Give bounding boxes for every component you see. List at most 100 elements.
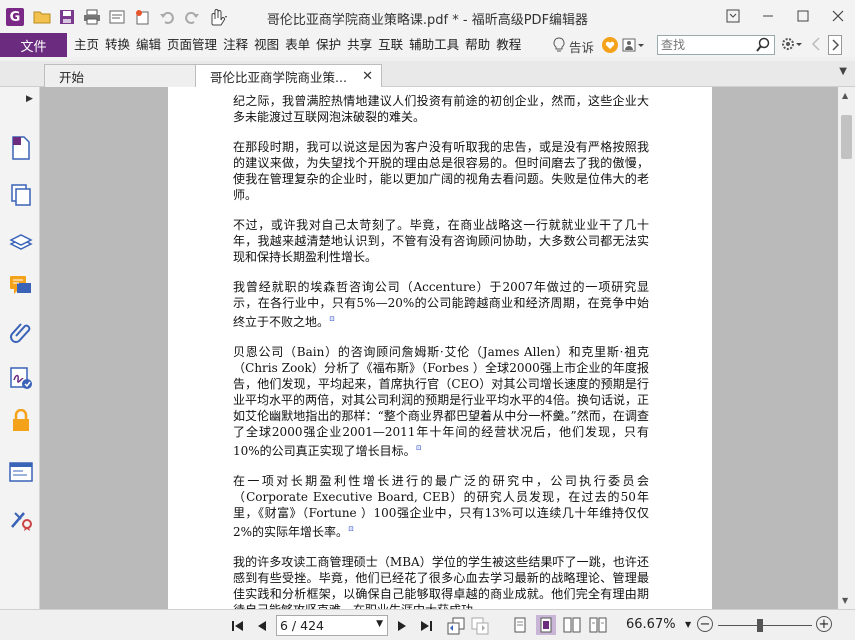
tell-me-label: 告诉	[569, 40, 595, 55]
menu-edit[interactable]: 编辑	[133, 33, 164, 57]
save-icon[interactable]	[57, 7, 77, 27]
paragraph-4-text: 我曾经就职的埃森哲咨询公司（Accenture）于2007年做过的一项研究显示，…	[233, 280, 649, 329]
pages-icon[interactable]	[8, 135, 34, 161]
certificate-icon[interactable]	[8, 506, 34, 532]
comments-icon[interactable]	[8, 274, 34, 300]
redo-icon[interactable]	[182, 7, 202, 27]
paragraph-4: 我曾经就职的埃森哲咨询公司（Accenture）于2007年做过的一项研究显示，…	[233, 279, 649, 330]
form-fields-icon[interactable]	[8, 459, 34, 485]
page-text: 纪之际，我曾满腔热情地建议人们投资有前途的初创企业，然而，这些企业大多未能渡过互…	[233, 93, 649, 609]
menu-items: 主页 转换 编辑 页面管理 注释 视图 表单 保护 共享 互联 辅助工具 帮助 …	[71, 33, 524, 57]
new-document-icon[interactable]	[132, 7, 152, 27]
page-dropdown-icon[interactable]: ▼	[376, 619, 383, 629]
menu-view[interactable]: 视图	[251, 33, 282, 57]
title-bar: G 哥伦比亚商学院商业策略课.pdf * - 福昕高级PDF编辑器	[0, 0, 855, 33]
single-page-view-icon[interactable]	[510, 615, 530, 635]
window-controls	[715, 0, 855, 32]
next-view-icon[interactable]	[470, 616, 490, 636]
hand-tool-icon[interactable]	[207, 7, 227, 27]
tell-me[interactable]: 告诉	[552, 36, 646, 57]
layers-copy-icon[interactable]	[8, 182, 34, 208]
status-bar: 6 / 424 ▼ 66.67% ▼ − +	[0, 609, 855, 640]
left-navigation-panel: ▶	[0, 87, 40, 609]
app-logo[interactable]: G	[6, 8, 24, 26]
right-tools	[780, 35, 842, 55]
zoom-dropdown-icon[interactable]: ▼	[685, 620, 691, 629]
heart-icon[interactable]	[601, 36, 619, 57]
menu-page-management[interactable]: 页面管理	[164, 33, 220, 57]
search-icon[interactable]	[755, 37, 771, 56]
vertical-scrollbar[interactable]: ▲ ▼	[838, 87, 855, 609]
zoom-out-button[interactable]: −	[697, 616, 713, 632]
menu-protect[interactable]: 保护	[313, 33, 344, 57]
paragraph-5: 贝恩公司（Bain）的咨询顾问詹姆斯·艾伦（James Allen）和克里斯·祖…	[233, 344, 649, 459]
layers-icon[interactable]	[8, 228, 34, 254]
tab-start-label: 开始	[59, 69, 85, 85]
settings-gear-icon[interactable]	[780, 36, 804, 55]
menu-share[interactable]: 共享	[344, 33, 375, 57]
facing-view-icon[interactable]	[562, 615, 582, 635]
paragraph-5-text: 贝恩公司（Bain）的咨询顾问詹姆斯·艾伦（James Allen）和克里斯·祖…	[233, 345, 649, 458]
tab-list-dropdown-icon[interactable]: ▼	[839, 66, 847, 77]
menu-home[interactable]: 主页	[71, 33, 102, 57]
tab-document[interactable]: 哥伦比亚商学院商业策... ✕	[195, 64, 382, 87]
page-number-value: 6 / 424	[280, 618, 324, 633]
scroll-thumb[interactable]	[841, 115, 852, 159]
zoom-level[interactable]: 66.67%	[626, 617, 676, 632]
paragraph-7: 我的许多攻读工商管理硕士（MBA）学位的学生被这些结果吓了一跳，也许还感到有些受…	[233, 555, 649, 609]
continuous-view-icon[interactable]	[536, 615, 556, 635]
zoom-slider-track[interactable]	[718, 625, 812, 626]
continuous-facing-view-icon[interactable]	[588, 615, 608, 635]
properties-icon[interactable]	[107, 7, 127, 27]
menu-convert[interactable]: 转换	[102, 33, 133, 57]
paragraph-3: 不过，或许我对自己太苛刻了。毕竟，在商业战略这一行就就业业干了几十年，我越来越清…	[233, 218, 649, 264]
scroll-down-icon[interactable]: ▼	[842, 596, 848, 605]
page-navigation: 6 / 424 ▼	[228, 615, 490, 636]
menu-accessibility[interactable]: 辅助工具	[406, 33, 462, 57]
menu-help[interactable]: 帮助	[462, 33, 493, 57]
zoom-in-button[interactable]: +	[816, 616, 832, 632]
menu-form[interactable]: 表单	[282, 33, 313, 57]
undo-icon[interactable]	[157, 7, 177, 27]
menu-tutorial[interactable]: 教程	[493, 33, 524, 57]
paragraph-6: 在一项对长期盈利性增长进行的最广泛的研究中，公司执行委员会（Corporate …	[233, 473, 649, 540]
file-menu-button[interactable]: 文件	[0, 33, 67, 57]
ribbon-toggle-icon[interactable]	[715, 0, 750, 32]
tab-document-label: 哥伦比亚商学院商业策...	[210, 69, 347, 85]
tab-start[interactable]: 开始	[44, 64, 196, 87]
previous-view-icon[interactable]	[446, 616, 466, 636]
first-page-icon[interactable]	[228, 616, 248, 636]
minimize-button[interactable]	[750, 0, 785, 32]
note-link-icon[interactable]: ⊡	[329, 315, 335, 323]
open-folder-icon[interactable]	[32, 7, 52, 27]
quick-access-toolbar	[32, 7, 227, 27]
previous-page-icon[interactable]	[252, 616, 272, 636]
print-icon[interactable]	[82, 7, 102, 27]
lightbulb-icon	[552, 37, 566, 56]
scroll-up-icon[interactable]: ▲	[842, 91, 848, 100]
user-icon[interactable]	[622, 37, 646, 56]
nav-back-icon[interactable]	[810, 36, 822, 55]
attachment-icon[interactable]	[8, 319, 34, 345]
zoom-slider-thumb[interactable]	[757, 619, 763, 632]
nav-forward-icon[interactable]	[828, 35, 842, 55]
page-number-input[interactable]: 6 / 424 ▼	[276, 615, 388, 636]
close-button[interactable]	[820, 0, 855, 32]
paragraph-6-text: 在一项对长期盈利性增长进行的最广泛的研究中，公司执行委员会（Corporate …	[233, 474, 649, 539]
view-modes	[510, 615, 608, 635]
search-input[interactable]	[658, 36, 754, 54]
next-page-icon[interactable]	[392, 616, 412, 636]
document-viewer: 纪之际，我曾满腔热情地建议人们投资有前途的初创企业，然而，这些企业大多未能渡过互…	[40, 87, 838, 609]
lock-icon[interactable]	[8, 408, 34, 434]
paragraph-2: 在那段时期，我可以说这是因为客户没有听取我的忠告，或是没有严格按照我的建议来做，…	[233, 140, 649, 202]
maximize-button[interactable]	[785, 0, 820, 32]
note-link-icon[interactable]: ⊡	[348, 525, 354, 533]
close-tab-icon[interactable]: ✕	[362, 69, 373, 84]
expand-panel-icon[interactable]: ▶	[26, 94, 33, 104]
menu-comment[interactable]: 注释	[220, 33, 251, 57]
last-page-icon[interactable]	[416, 616, 436, 636]
search-box	[657, 35, 775, 55]
note-link-icon[interactable]: ⊡	[416, 444, 422, 452]
menu-connect[interactable]: 互联	[375, 33, 406, 57]
signature-icon[interactable]	[8, 365, 34, 391]
